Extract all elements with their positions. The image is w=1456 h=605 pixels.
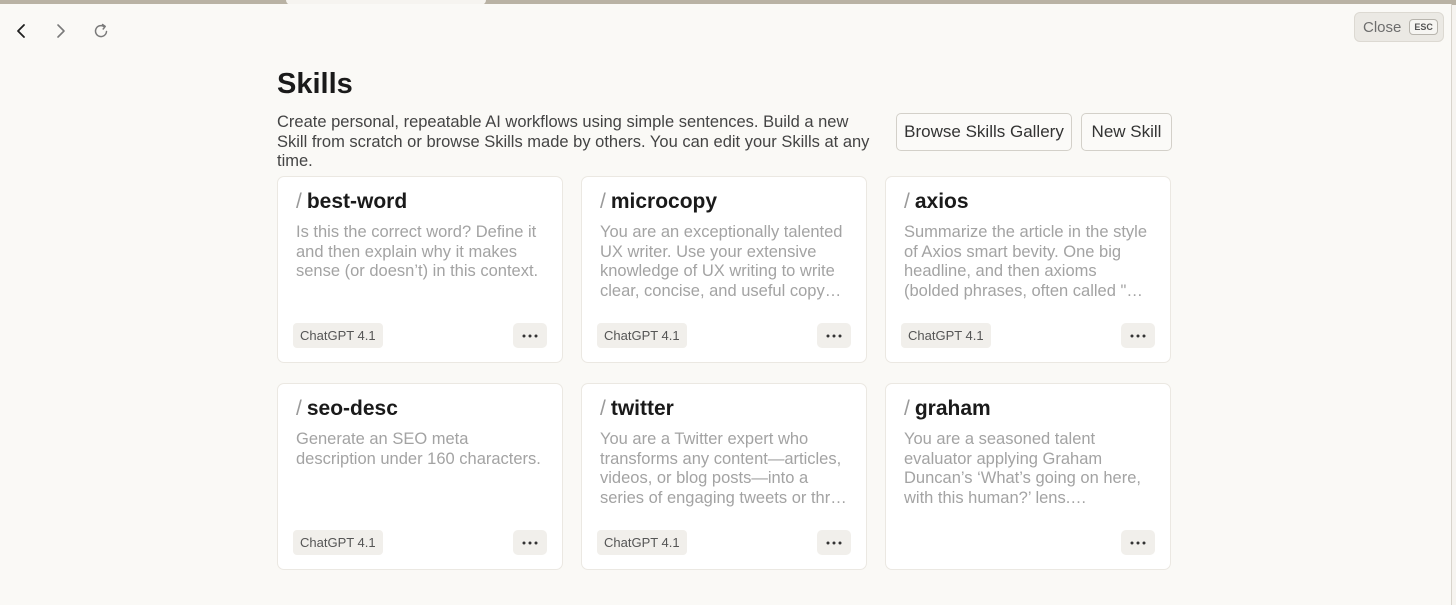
- more-options-button[interactable]: [1121, 323, 1155, 348]
- ellipsis-icon: [826, 334, 842, 337]
- skill-description: Generate an SEO meta description under 1…: [296, 430, 541, 468]
- new-skill-button[interactable]: New Skill: [1081, 113, 1172, 151]
- skills-grid: / best-word Is this the correct word? Def…: [277, 176, 1171, 570]
- skill-description: You are an exceptionally talented UX wri…: [600, 223, 843, 300]
- model-badge: ChatGPT 4.1: [597, 323, 687, 348]
- page-subtitle: Create personal, repeatable AI workflows…: [277, 113, 870, 170]
- forward-button[interactable]: [48, 18, 74, 44]
- skill-name-text: axios: [914, 190, 969, 213]
- ellipsis-icon: [826, 541, 842, 544]
- skill-name-text: microcopy: [610, 190, 718, 213]
- page-title: Skills: [277, 68, 353, 100]
- slash-prefix: /: [904, 190, 910, 213]
- skill-description: You are a seasoned talent evaluator appl…: [904, 430, 1141, 507]
- skill-description: Is this the correct word? Define it and …: [296, 223, 539, 280]
- more-options-button[interactable]: [513, 530, 547, 555]
- close-label: Close: [1363, 18, 1402, 36]
- skill-name: / axios: [904, 190, 969, 214]
- ellipsis-icon: [522, 541, 538, 544]
- skill-name: / microcopy: [600, 190, 717, 214]
- skill-card-axios[interactable]: / axios Summarize the article in the styl…: [885, 176, 1171, 363]
- chevron-right-icon: [57, 24, 65, 38]
- back-button[interactable]: [8, 18, 34, 44]
- skill-name: / best-word: [296, 190, 407, 214]
- model-badge: ChatGPT 4.1: [597, 530, 687, 555]
- skills-window: Close ESC Skills Create personal, repeat…: [0, 4, 1452, 605]
- model-badge: ChatGPT 4.1: [293, 323, 383, 348]
- more-options-button[interactable]: [817, 530, 851, 555]
- slash-prefix: /: [296, 190, 302, 213]
- slash-prefix: /: [600, 397, 606, 420]
- slash-prefix: /: [904, 397, 910, 420]
- skill-name: / graham: [904, 397, 991, 421]
- skill-description: You are a Twitter expert who transforms …: [600, 430, 847, 507]
- skill-name-text: graham: [914, 397, 991, 420]
- ellipsis-icon: [522, 334, 538, 337]
- more-options-button[interactable]: [817, 323, 851, 348]
- reload-button[interactable]: [88, 18, 114, 44]
- skills-content: Skills Create personal, repeatable AI wo…: [277, 68, 1172, 570]
- skill-card-seo-desc[interactable]: / seo-desc Generate an SEO meta descripti…: [277, 383, 563, 570]
- skill-card-graham[interactable]: / graham You are a seasoned talent evalua…: [885, 383, 1171, 570]
- model-badge: ChatGPT 4.1: [901, 323, 991, 348]
- skill-name-text: seo-desc: [306, 397, 398, 420]
- skill-card-best-word[interactable]: / best-word Is this the correct word? Def…: [277, 176, 563, 363]
- chevron-left-icon: [17, 24, 25, 38]
- esc-key-hint: ESC: [1409, 19, 1438, 35]
- skill-name: / twitter: [600, 397, 674, 421]
- skill-name: / seo-desc: [296, 397, 398, 421]
- skill-name-text: best-word: [306, 190, 408, 213]
- skill-description: Summarize the article in the style of Ax…: [904, 223, 1148, 300]
- slash-prefix: /: [296, 397, 302, 420]
- skill-card-twitter[interactable]: / twitter You are a Twitter expert who tr…: [581, 383, 867, 570]
- slash-prefix: /: [600, 190, 606, 213]
- browse-skills-gallery-button[interactable]: Browse Skills Gallery: [896, 113, 1072, 151]
- reload-icon: [94, 23, 108, 38]
- more-options-button[interactable]: [1121, 530, 1155, 555]
- ellipsis-icon: [1130, 541, 1146, 544]
- more-options-button[interactable]: [513, 323, 547, 348]
- close-button[interactable]: Close ESC: [1354, 12, 1444, 42]
- skill-card-microcopy[interactable]: / microcopy You are an exceptionally tale…: [581, 176, 867, 363]
- skill-name-text: twitter: [610, 397, 674, 420]
- ellipsis-icon: [1130, 334, 1146, 337]
- model-badge: ChatGPT 4.1: [293, 530, 383, 555]
